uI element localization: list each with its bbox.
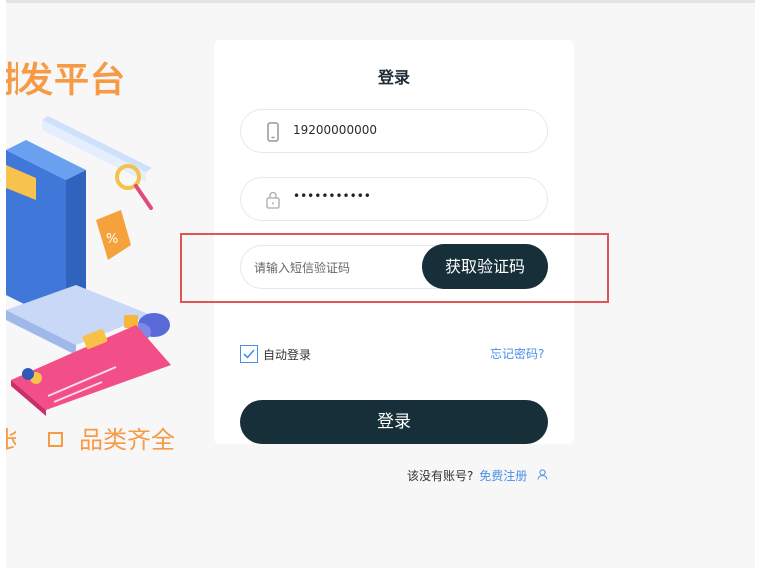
promo-feature-row: 长品类齐全 bbox=[0, 420, 175, 455]
checkmark-icon bbox=[243, 349, 255, 359]
square-bullet-icon bbox=[48, 431, 63, 447]
svg-text:%: % bbox=[106, 232, 118, 247]
register-link[interactable]: 免费注册 bbox=[479, 469, 527, 483]
register-question: 该没有账号? bbox=[407, 469, 474, 483]
phone-icon bbox=[267, 122, 279, 142]
promo-feature-text: 品类齐全 bbox=[79, 426, 175, 454]
window-right-edge bbox=[755, 0, 759, 568]
window-left-edge bbox=[0, 0, 6, 568]
remember-checkbox[interactable] bbox=[240, 345, 258, 363]
phone-field[interactable]: 19200000000 bbox=[240, 109, 548, 153]
password-field[interactable]: ••••••••••• bbox=[240, 177, 548, 221]
sms-code-input[interactable]: 请输入短信验证码 bbox=[254, 259, 350, 276]
register-row: 该没有账号? 免费注册 bbox=[407, 467, 548, 484]
promo-title: 批发平台 bbox=[2, 61, 127, 101]
phone-input[interactable]: 19200000000 bbox=[293, 123, 377, 137]
forgot-password-link[interactable]: 忘记密码? bbox=[490, 345, 544, 362]
get-code-button[interactable]: 获取验证码 bbox=[422, 244, 548, 289]
login-title: 登录 bbox=[377, 68, 410, 87]
login-button[interactable]: 登录 bbox=[240, 400, 548, 444]
login-card: 登录 bbox=[214, 40, 574, 444]
window-top-edge bbox=[0, 0, 759, 3]
password-input[interactable]: ••••••••••• bbox=[293, 189, 371, 203]
user-icon bbox=[537, 469, 548, 480]
lock-icon bbox=[266, 191, 280, 209]
promo-illustration: % bbox=[6, 116, 171, 416]
remember-label: 自动登录 bbox=[263, 348, 312, 362]
